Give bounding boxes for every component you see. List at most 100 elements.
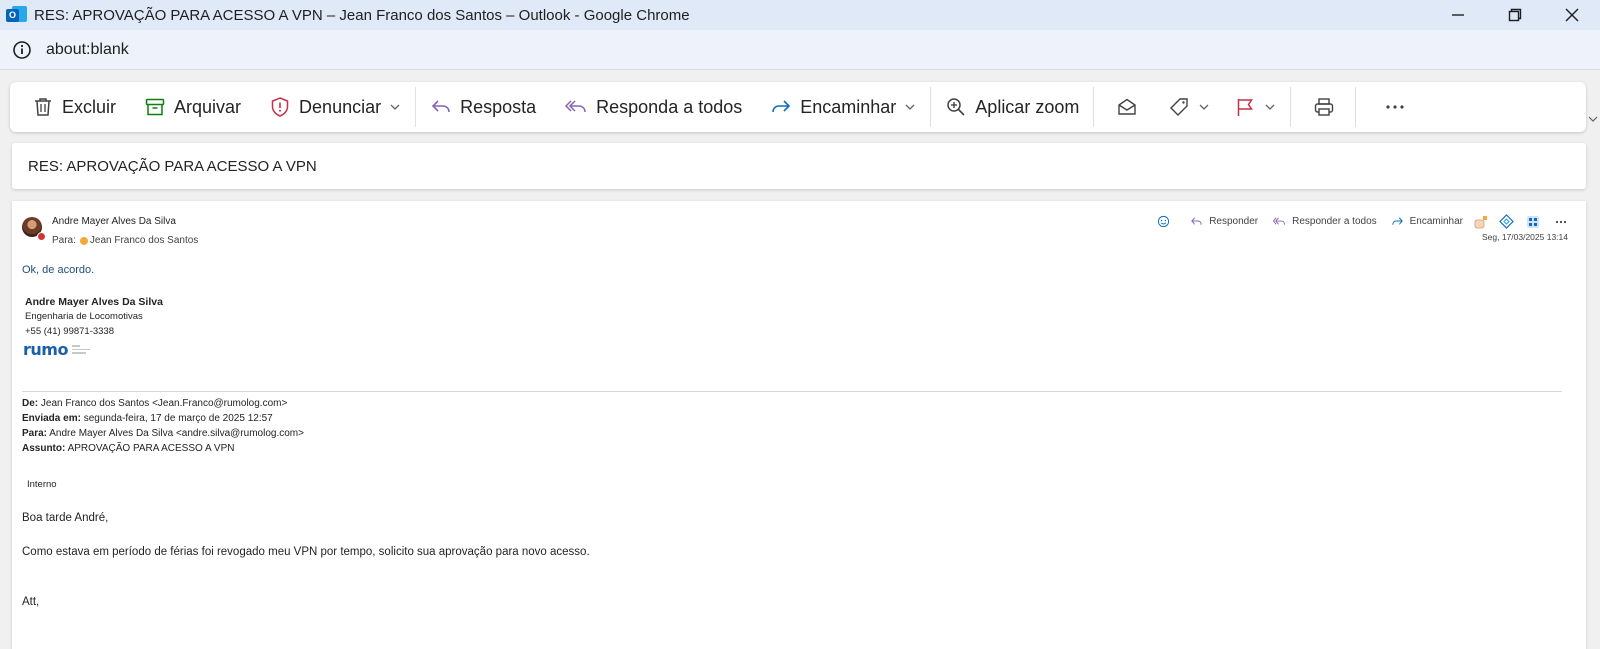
quoted-subject-label: Assunto: (22, 443, 66, 454)
inline-forward-button[interactable]: Encaminhar (1391, 215, 1463, 228)
zoom-label: Aplicar zoom (975, 96, 1080, 117)
quoted-to-value: Andre Mayer Alves Da Silva <andre.silva@… (47, 428, 304, 439)
window-controls (1429, 0, 1600, 30)
quoted-to-label: Para: (22, 428, 48, 439)
forward-button[interactable]: Encaminhar (764, 89, 922, 125)
delete-label: Excluir (62, 96, 117, 117)
chevron-down-icon[interactable] (1264, 101, 1276, 113)
archive-button[interactable]: Arquivar (138, 89, 247, 125)
message-subject: RES: APROVAÇÃO PARA ACESSO A VPN (28, 157, 317, 175)
report-button[interactable]: Denunciar (263, 89, 407, 125)
trash-icon (35, 98, 51, 116)
restore-button[interactable] (1486, 0, 1543, 30)
sender-name[interactable]: Andre Mayer Alves Da Silva (52, 216, 176, 227)
window-titlebar: O RES: APROVAÇÃO PARA ACESSO A VPN – Jea… (0, 0, 1600, 30)
close-button[interactable] (1543, 0, 1600, 30)
message-pane: Andre Mayer Alves Da Silva Para: Jean Fr… (12, 201, 1586, 649)
chevron-down-icon[interactable] (1586, 112, 1600, 126)
site-info-icon[interactable] (12, 40, 32, 60)
more-horizontal-icon (1555, 220, 1567, 223)
presence-away-icon (79, 236, 88, 245)
inline-reply-all-button[interactable]: Responder a todos (1272, 215, 1377, 228)
message-actions: Responder Responder a todos Encaminhar (1143, 214, 1568, 229)
archive-icon (145, 98, 165, 116)
body-closing: Att, (22, 596, 40, 608)
print-button[interactable] (1307, 89, 1341, 125)
body-greeting: Boa tarde André, (22, 512, 109, 524)
envelope-open-icon (1118, 98, 1137, 115)
quoted-from-label: De: (22, 398, 39, 409)
zoom-button[interactable]: Aplicar zoom (939, 89, 1085, 125)
quoted-to: Para: Andre Mayer Alves Da Silva <andre.… (22, 428, 304, 439)
quoted-from-value: Jean Franco dos Santos <Jean.Franco@rumo… (38, 398, 288, 409)
smiley-icon (1158, 215, 1170, 228)
to-label: Para: (52, 235, 76, 246)
delete-button[interactable]: Excluir (26, 89, 122, 125)
archive-label: Arquivar (174, 96, 242, 117)
printer-icon (1315, 98, 1334, 116)
flag-button[interactable] (1228, 89, 1282, 125)
rumo-logo: rumo (23, 340, 90, 359)
more-actions-button[interactable] (1378, 89, 1412, 125)
body-paragraph: Como estava em período de férias foi rev… (22, 546, 590, 558)
restore-icon (1508, 8, 1521, 22)
apps-button[interactable] (1526, 215, 1540, 229)
quoted-sent-value: segunda-feira, 17 de março de 2025 12:57 (80, 413, 273, 424)
report-label: Denunciar (299, 96, 382, 117)
zoom-in-icon (947, 98, 965, 116)
close-icon (1565, 8, 1578, 22)
forward-icon (772, 100, 791, 113)
categorize-button[interactable] (1162, 89, 1216, 125)
quoted-subject-value: APROVAÇÃO PARA ACESSO A VPN (65, 443, 235, 454)
quote-divider (22, 391, 1562, 392)
minimize-button[interactable] (1429, 0, 1486, 30)
tag-icon (1170, 98, 1189, 116)
shield-icon (271, 97, 289, 117)
reply-icon (1191, 217, 1202, 225)
diamond-icon (1499, 214, 1514, 229)
forward-label: Encaminhar (800, 96, 897, 117)
more-horizontal-icon (1386, 105, 1404, 109)
hand-icon (1474, 215, 1487, 228)
reply-label: Resposta (460, 96, 537, 117)
forward-icon (1391, 217, 1403, 225)
mark-unread-button[interactable] (1110, 89, 1144, 125)
message-more-button[interactable] (1554, 215, 1568, 229)
chevron-down-icon[interactable] (904, 101, 916, 113)
chevron-down-icon[interactable] (1198, 101, 1210, 113)
message-toolbar: Excluir Arquivar Denunciar Resposta Resp… (10, 82, 1586, 132)
subject-header: RES: APROVAÇÃO PARA ACESSO A VPN (12, 143, 1586, 189)
loop-button[interactable] (1499, 214, 1514, 229)
quoted-from: De: Jean Franco dos Santos <Jean.Franco@… (22, 398, 287, 409)
addin-button[interactable] (1473, 215, 1489, 229)
logo-tagline-lines (71, 345, 90, 354)
classification-label: Interno (27, 479, 57, 490)
reply-button[interactable]: Resposta (424, 89, 542, 125)
toolbar-separator (1290, 87, 1292, 127)
reply-icon (431, 100, 450, 113)
emoji-button[interactable] (1157, 215, 1170, 228)
window-title: RES: APROVAÇÃO PARA ACESSO A VPN – Jean … (34, 6, 690, 24)
message-date: Seg, 17/03/2025 13:14 (1481, 232, 1568, 242)
minimize-icon (1451, 14, 1464, 16)
reply-all-icon (565, 100, 586, 113)
signature-phone: +55 (41) 99871-3338 (25, 326, 115, 337)
toolbar-separator (415, 87, 417, 127)
quoted-sent: Enviada em: segunda-feira, 17 de março d… (22, 413, 273, 424)
presence-busy-icon (37, 232, 46, 241)
logo-wordmark: rumo (23, 340, 68, 359)
inline-reply-button[interactable]: Responder (1190, 215, 1258, 228)
reply-all-label: Responda a todos (596, 96, 743, 117)
toolbar-separator (930, 87, 932, 127)
apps-grid-icon (1527, 215, 1539, 228)
flag-icon (1238, 99, 1254, 116)
quoted-sent-label: Enviada em: (22, 413, 81, 424)
quoted-subject: Assunto: APROVAÇÃO PARA ACESSO A VPN (22, 443, 234, 454)
url-field[interactable]: about:blank (46, 41, 129, 59)
reply-all-button[interactable]: Responda a todos (558, 89, 748, 125)
recipient-name[interactable]: Jean Franco dos Santos (90, 235, 198, 246)
outlook-app-icon: O (6, 4, 28, 26)
chevron-down-icon[interactable] (389, 101, 401, 113)
reply-text: Ok, de acordo. (22, 264, 95, 276)
inline-reply-label: Responder (1209, 216, 1259, 227)
